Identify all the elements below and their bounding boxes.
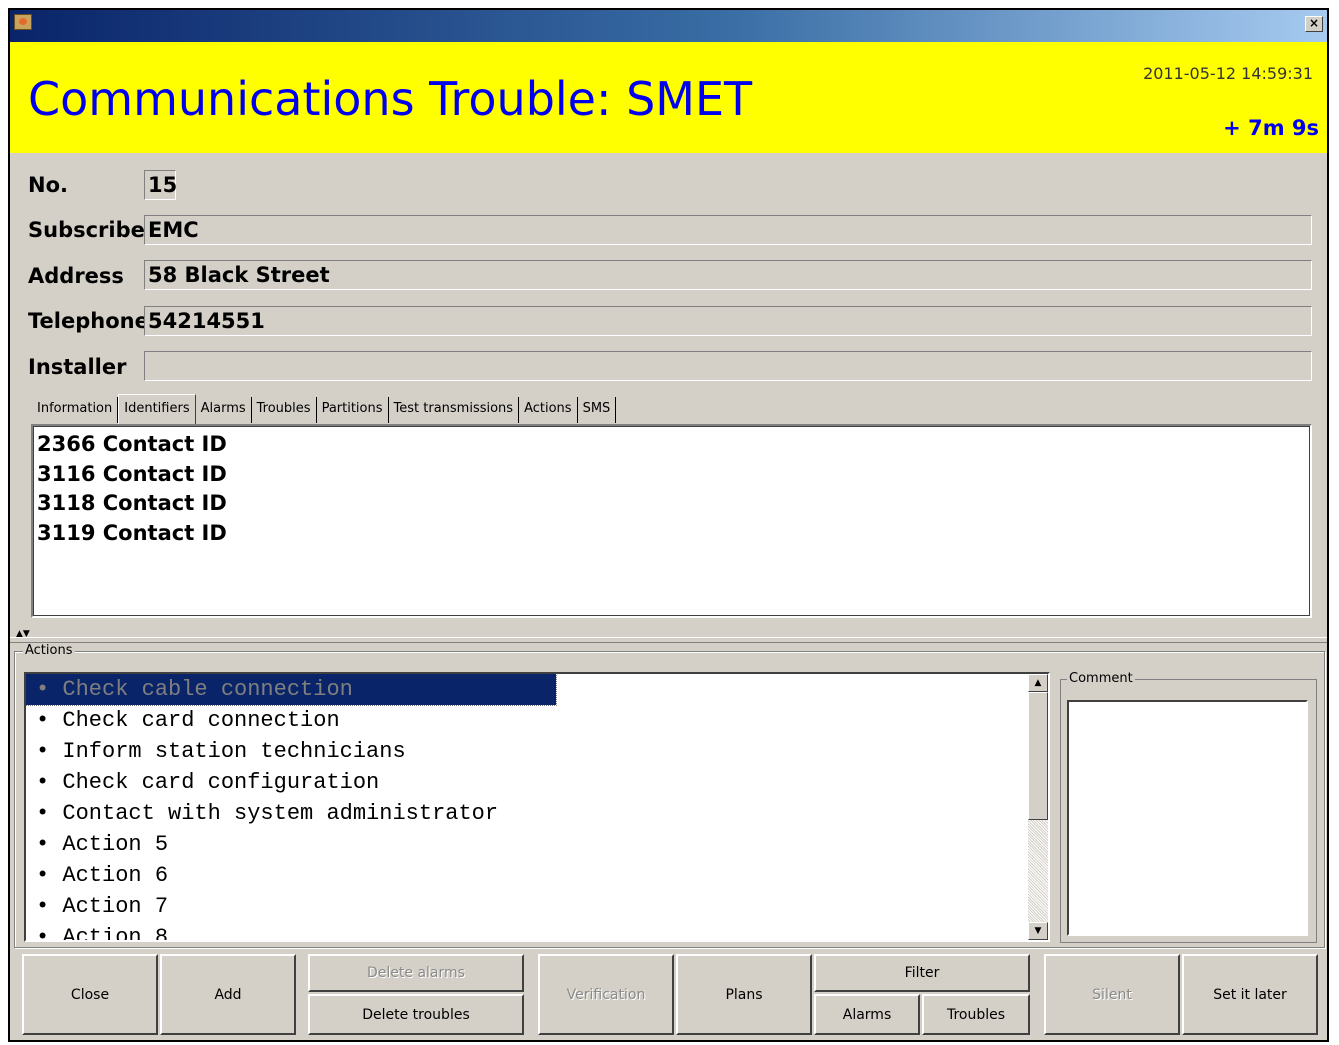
tab-actions[interactable]: Actions bbox=[519, 397, 578, 423]
tab-alarms[interactable]: Alarms bbox=[196, 397, 252, 423]
address-label: Address bbox=[28, 264, 124, 288]
scroll-up-icon[interactable]: ▲ bbox=[1028, 674, 1048, 692]
no-field: 15 bbox=[144, 170, 177, 200]
tab-test-transmissions[interactable]: Test transmissions bbox=[389, 397, 520, 423]
silent-button[interactable]: Silent bbox=[1044, 954, 1180, 1035]
tab-strip: Information Identifiers Alarms Troubles … bbox=[32, 394, 617, 425]
no-label: No. bbox=[28, 173, 68, 197]
actions-scrollbar[interactable]: ▲ ▼ bbox=[1028, 674, 1048, 940]
actions-legend: Actions bbox=[23, 643, 75, 658]
app-icon bbox=[14, 14, 32, 30]
telephone-field: 54214551 bbox=[144, 306, 1312, 336]
comment-group: Comment bbox=[1060, 671, 1317, 943]
list-item[interactable]: 2366 Contact ID bbox=[37, 430, 1310, 460]
event-banner: Communications Trouble: SMET 2011-05-12 … bbox=[10, 42, 1327, 153]
tab-identifiers[interactable]: Identifiers bbox=[118, 394, 196, 425]
action-item[interactable]: • Check card configuration bbox=[26, 767, 556, 798]
list-item[interactable]: 3118 Contact ID bbox=[37, 489, 1310, 519]
action-item[interactable]: • Contact with system administrator bbox=[26, 798, 556, 829]
filter-alarms-button[interactable]: Alarms bbox=[814, 994, 920, 1035]
subscriber-label: Subscriber bbox=[28, 218, 156, 242]
delete-troubles-button[interactable]: Delete troubles bbox=[308, 994, 524, 1035]
actions-group: Actions • Check cable connection • Check… bbox=[14, 643, 1325, 948]
verification-button[interactable]: Verification bbox=[538, 954, 674, 1035]
close-button[interactable]: Close bbox=[22, 954, 158, 1035]
subscriber-field: EMC bbox=[144, 215, 1312, 245]
telephone-label: Telephone bbox=[28, 309, 149, 333]
scroll-thumb[interactable] bbox=[1028, 692, 1048, 820]
plans-button[interactable]: Plans bbox=[676, 954, 812, 1035]
add-button[interactable]: Add bbox=[160, 954, 296, 1035]
delete-alarms-button[interactable]: Delete alarms bbox=[308, 954, 524, 992]
action-item[interactable]: • Inform station technicians bbox=[26, 736, 556, 767]
event-title: Communications Trouble: SMET bbox=[28, 72, 753, 126]
list-item[interactable]: 3116 Contact ID bbox=[37, 460, 1310, 490]
filter-button[interactable]: Filter bbox=[814, 954, 1030, 992]
comment-legend: Comment bbox=[1067, 671, 1135, 686]
tab-troubles[interactable]: Troubles bbox=[252, 397, 317, 423]
scroll-down-icon[interactable]: ▼ bbox=[1028, 922, 1048, 940]
close-icon[interactable]: × bbox=[1305, 16, 1323, 32]
elapsed-time: + 7m 9s bbox=[1223, 116, 1319, 140]
title-bar[interactable]: × bbox=[10, 10, 1327, 42]
event-timestamp: 2011-05-12 14:59:31 bbox=[1143, 64, 1313, 83]
filter-troubles-button[interactable]: Troubles bbox=[922, 994, 1030, 1035]
set-later-button[interactable]: Set it later bbox=[1182, 954, 1318, 1035]
tab-information[interactable]: Information bbox=[32, 397, 119, 423]
actions-list[interactable]: • Check cable connection • Check card co… bbox=[24, 672, 1050, 942]
comment-textarea[interactable] bbox=[1067, 700, 1308, 936]
identifiers-list[interactable]: 2366 Contact ID 3116 Contact ID 3118 Con… bbox=[31, 424, 1312, 618]
alarm-window: × Communications Trouble: SMET 2011-05-1… bbox=[8, 8, 1329, 1042]
panel-splitter[interactable] bbox=[10, 637, 1327, 643]
action-item[interactable]: • Action 5 bbox=[26, 829, 556, 860]
action-item[interactable]: • Check cable connection bbox=[26, 674, 557, 706]
address-field: 58 Black Street bbox=[144, 260, 1312, 290]
tab-partitions[interactable]: Partitions bbox=[317, 397, 389, 423]
tab-sms[interactable]: SMS bbox=[578, 397, 617, 423]
action-item[interactable]: • Action 8 bbox=[26, 922, 556, 940]
action-item[interactable]: • Action 7 bbox=[26, 891, 556, 922]
list-item[interactable]: 3119 Contact ID bbox=[37, 519, 1310, 549]
action-item[interactable]: • Check card connection bbox=[26, 705, 556, 736]
installer-label: Installer bbox=[28, 355, 127, 379]
action-item[interactable]: • Action 6 bbox=[26, 860, 556, 891]
installer-field bbox=[144, 351, 1312, 381]
